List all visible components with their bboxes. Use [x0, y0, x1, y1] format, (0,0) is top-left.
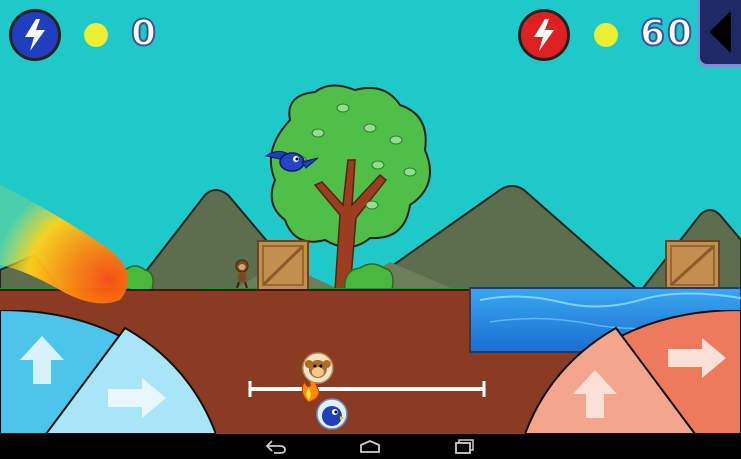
crate-left [257, 240, 309, 291]
player1-power-button[interactable] [9, 9, 61, 61]
lightning-bolt-icon [534, 19, 554, 51]
player1-score: 0 [130, 13, 159, 55]
monkey-progress-marker [302, 352, 334, 384]
bird-progress-marker [316, 398, 348, 430]
arrow-up-icon [20, 336, 64, 384]
nav-recents-button[interactable] [452, 437, 476, 457]
back-button[interactable] [697, 0, 741, 67]
race-progress-track [248, 352, 486, 430]
player2-power-button[interactable] [518, 9, 570, 61]
crate-right [665, 240, 720, 291]
nav-back-button[interactable] [264, 437, 288, 457]
nav-home-icon [360, 440, 380, 453]
arrow-right-icon [108, 378, 166, 418]
lightning-bolt-icon [25, 19, 45, 51]
system-nav-bar [0, 434, 741, 459]
nav-recents-icon [455, 439, 474, 454]
arrow-up-icon [573, 370, 617, 418]
player2-score: 60 [639, 13, 695, 55]
nav-home-button[interactable] [358, 437, 382, 457]
player2-coin-icon [594, 23, 618, 47]
arrow-right-icon [668, 338, 726, 378]
back-triangle-icon [709, 12, 731, 52]
right-jump-button[interactable] [567, 364, 623, 424]
nav-back-icon [265, 440, 286, 454]
right-move-right-button[interactable] [664, 334, 730, 382]
left-move-right-button[interactable] [104, 374, 170, 422]
player1-coin-icon [84, 23, 108, 47]
left-jump-button[interactable] [14, 330, 70, 390]
